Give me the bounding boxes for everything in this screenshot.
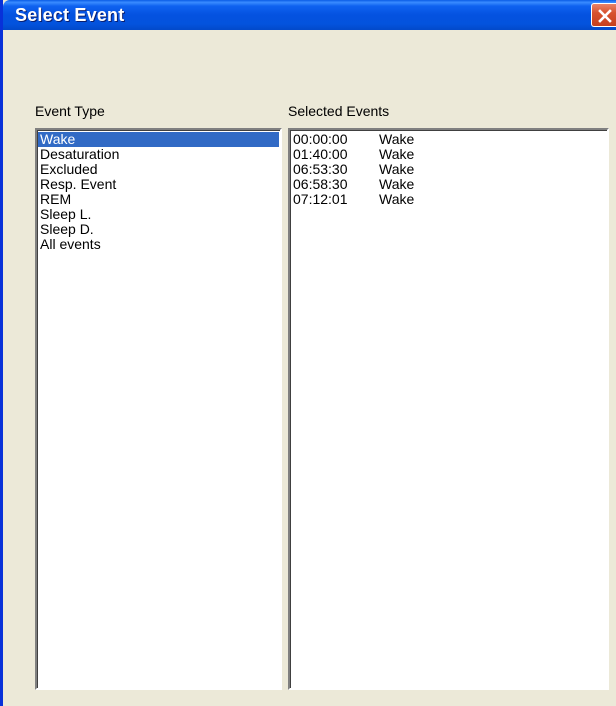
event-type-list[interactable]: Wake Desaturation Excluded Resp. Event REM Sl… bbox=[35, 128, 282, 690]
event-type-item[interactable]: Excluded bbox=[38, 162, 279, 177]
event-type-label: Event Type bbox=[35, 103, 105, 119]
event-type-item[interactable]: Desaturation bbox=[38, 147, 279, 162]
window-title: Select Event bbox=[15, 5, 125, 25]
event-time: 06:53:30 bbox=[293, 161, 348, 177]
selected-event-row[interactable]: 00:00:00 Wake bbox=[291, 132, 606, 147]
event-type: Wake bbox=[379, 131, 415, 147]
select-event-dialog: Select Event Event Type Wake Desaturation… bbox=[0, 0, 616, 706]
event-type-item[interactable]: Resp. Event bbox=[38, 177, 279, 192]
event-time: 00:00:00 bbox=[293, 131, 348, 147]
event-type-item[interactable]: All events bbox=[38, 237, 279, 252]
event-time: 01:40:00 bbox=[293, 146, 348, 162]
selected-event-row[interactable]: 01:40:00 Wake bbox=[291, 147, 606, 162]
event-type: Wake bbox=[379, 146, 415, 162]
close-button[interactable] bbox=[591, 3, 616, 27]
event-type: Wake bbox=[379, 176, 415, 192]
selected-event-row[interactable]: 06:53:30 Wake bbox=[291, 162, 606, 177]
event-type-item[interactable]: Sleep L. bbox=[38, 207, 279, 222]
event-type-item[interactable]: REM bbox=[38, 192, 279, 207]
event-type-item[interactable]: Wake bbox=[38, 132, 279, 147]
event-type-item[interactable]: Sleep D. bbox=[38, 222, 279, 237]
event-type: Wake bbox=[379, 161, 415, 177]
event-time: 06:58:30 bbox=[293, 176, 348, 192]
title-bar[interactable]: Select Event bbox=[3, 0, 616, 30]
selected-event-row[interactable]: 06:58:30 Wake bbox=[291, 177, 606, 192]
selected-event-row[interactable]: 07:12:01 Wake bbox=[291, 192, 606, 207]
event-time: 07:12:01 bbox=[293, 191, 348, 207]
event-type: Wake bbox=[379, 191, 415, 207]
selected-events-list[interactable]: 00:00:00 Wake 01:40:00 Wake 06:53:30 Wake 06:5… bbox=[288, 128, 609, 690]
selected-events-label: Selected Events bbox=[288, 103, 390, 119]
close-icon bbox=[598, 9, 612, 23]
